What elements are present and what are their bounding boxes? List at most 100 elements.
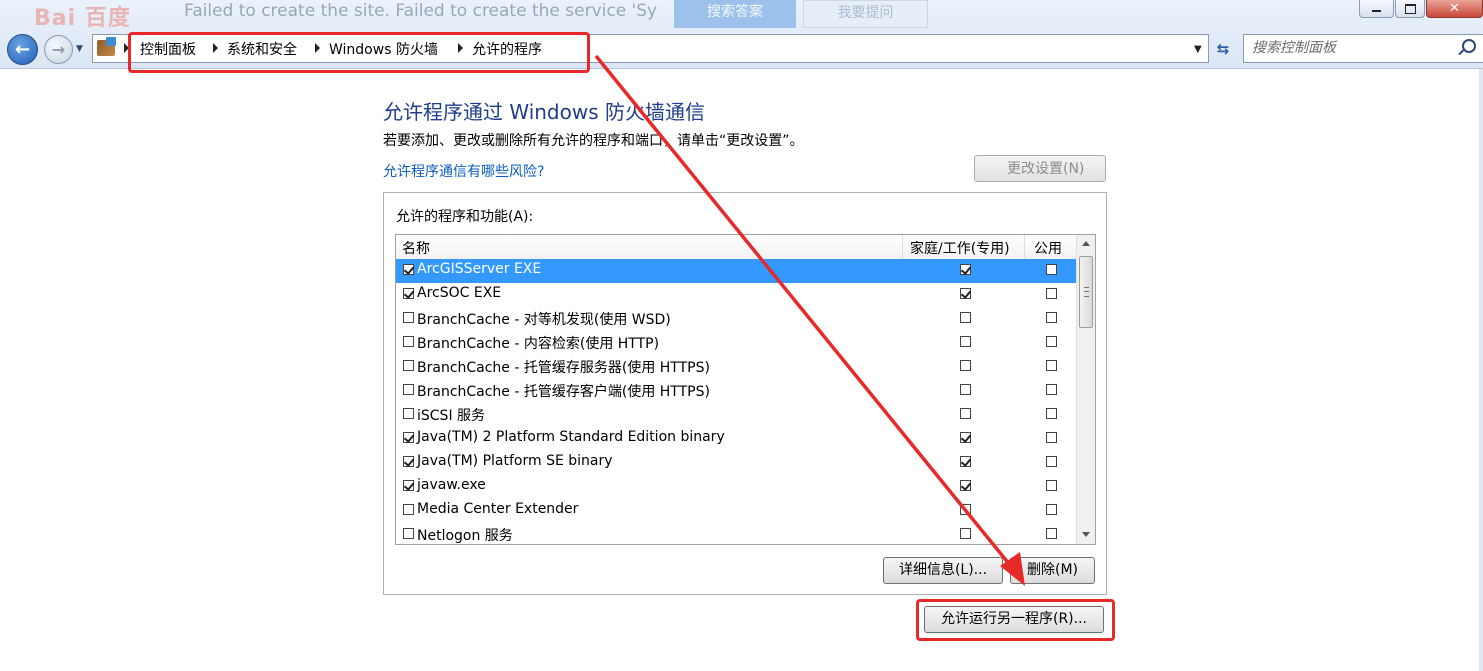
back-arrow-icon: ← xyxy=(14,39,31,60)
minimize-icon xyxy=(1372,10,1381,12)
program-name: BranchCache - 内容检索(使用 HTTP) xyxy=(417,336,660,352)
public-checkbox[interactable] xyxy=(1046,432,1057,443)
details-button[interactable]: 详细信息(L)... xyxy=(883,557,1003,584)
table-row[interactable]: Java(TM) Platform SE binary xyxy=(396,451,1076,475)
public-checkbox[interactable] xyxy=(1046,480,1057,491)
scroll-thumb[interactable] xyxy=(1079,256,1093,328)
public-checkbox[interactable] xyxy=(1046,336,1057,347)
scroll-up-icon[interactable] xyxy=(1082,241,1090,246)
column-divider[interactable] xyxy=(902,235,903,259)
table-row[interactable]: ArcGISServer EXE xyxy=(396,259,1076,283)
close-icon: ✕ xyxy=(1449,1,1460,16)
home-work-checkbox[interactable] xyxy=(960,408,971,419)
scroll-down-icon[interactable] xyxy=(1082,532,1090,537)
recent-pages-dropdown-icon[interactable]: ▼ xyxy=(76,44,83,54)
page-title: 允许程序通过 Windows 防火墙通信 xyxy=(383,100,705,124)
column-header-home[interactable]: 家庭/工作(专用) xyxy=(910,238,1010,258)
program-enabled-checkbox[interactable] xyxy=(403,264,414,275)
minimize-button[interactable] xyxy=(1359,0,1394,18)
public-checkbox[interactable] xyxy=(1046,504,1057,515)
table-row[interactable]: BranchCache - 内容检索(使用 HTTP) xyxy=(396,331,1076,355)
back-button[interactable]: ← xyxy=(7,34,38,65)
program-enabled-checkbox[interactable] xyxy=(403,360,414,371)
background-logo: Bai 百度 xyxy=(34,6,131,28)
table-row[interactable]: javaw.exe xyxy=(396,475,1076,499)
home-work-checkbox[interactable] xyxy=(960,384,971,395)
table-row[interactable]: Media Center Extender xyxy=(396,499,1076,523)
table-row[interactable]: BranchCache - 托管缓存客户端(使用 HTTPS) xyxy=(396,379,1076,403)
home-work-checkbox[interactable] xyxy=(960,264,971,275)
home-work-checkbox[interactable] xyxy=(960,528,971,539)
table-row[interactable]: BranchCache - 对等机发现(使用 WSD) xyxy=(396,307,1076,331)
allowed-programs-label: 允许的程序和功能(A): xyxy=(396,209,534,225)
table-row[interactable]: Netlogon 服务 xyxy=(396,523,1076,544)
program-enabled-checkbox[interactable] xyxy=(403,504,414,515)
home-work-checkbox[interactable] xyxy=(960,456,971,467)
background-search-answer-button: 搜索答案 xyxy=(674,0,796,28)
search-input[interactable] xyxy=(1252,38,1442,58)
table-row[interactable]: BranchCache - 托管缓存服务器(使用 HTTPS) xyxy=(396,355,1076,379)
page-description: 若要添加、更改或删除所有允许的程序和端口，请单击“更改设置”。 xyxy=(383,133,804,149)
public-checkbox[interactable] xyxy=(1046,384,1057,395)
column-divider[interactable] xyxy=(1024,235,1025,259)
change-settings-button[interactable]: 更改设置(N) xyxy=(974,155,1106,182)
program-name: ArcSOC EXE xyxy=(417,285,502,301)
program-enabled-checkbox[interactable] xyxy=(403,456,414,467)
program-name: javaw.exe xyxy=(417,477,486,493)
public-checkbox[interactable] xyxy=(1046,408,1057,419)
program-name: Java(TM) 2 Platform Standard Edition bin… xyxy=(417,429,725,445)
maximize-icon xyxy=(1404,3,1416,14)
public-checkbox[interactable] xyxy=(1046,288,1057,299)
list-scrollbar[interactable] xyxy=(1076,235,1095,544)
maximize-button[interactable] xyxy=(1395,0,1425,18)
forward-arrow-icon: → xyxy=(51,40,66,59)
program-enabled-checkbox[interactable] xyxy=(403,432,414,443)
forward-button[interactable]: → xyxy=(44,35,73,64)
background-window-strip: Bai 百度 Failed to create the site. Failed… xyxy=(0,0,1000,28)
annotation-highlight-breadcrumb xyxy=(128,32,590,73)
background-ask-question-button: 我要提问 xyxy=(803,0,928,28)
program-name: BranchCache - 托管缓存服务器(使用 HTTPS) xyxy=(417,360,710,376)
program-enabled-checkbox[interactable] xyxy=(403,384,414,395)
program-enabled-checkbox[interactable] xyxy=(403,408,414,419)
search-box[interactable] xyxy=(1243,34,1483,63)
table-row[interactable]: iSCSI 服务 xyxy=(396,403,1076,427)
home-work-checkbox[interactable] xyxy=(960,432,971,443)
background-error-message: Failed to create the site. Failed to cre… xyxy=(184,1,658,21)
delete-button[interactable]: 删除(M) xyxy=(1010,557,1095,584)
program-name: BranchCache - 对等机发现(使用 WSD) xyxy=(417,312,671,328)
home-work-checkbox[interactable] xyxy=(960,312,971,323)
window-right-edge xyxy=(1479,69,1483,671)
search-icon[interactable] xyxy=(1462,39,1476,53)
home-work-checkbox[interactable] xyxy=(960,288,971,299)
public-checkbox[interactable] xyxy=(1046,528,1057,539)
public-checkbox[interactable] xyxy=(1046,264,1057,275)
program-enabled-checkbox[interactable] xyxy=(403,528,414,539)
home-work-checkbox[interactable] xyxy=(960,336,971,347)
public-checkbox[interactable] xyxy=(1046,456,1057,467)
close-button[interactable]: ✕ xyxy=(1426,0,1483,18)
public-checkbox[interactable] xyxy=(1046,360,1057,371)
home-work-checkbox[interactable] xyxy=(960,504,971,515)
home-work-checkbox[interactable] xyxy=(960,480,971,491)
column-header-name[interactable]: 名称 xyxy=(402,238,430,258)
table-row[interactable]: ArcSOC EXE xyxy=(396,283,1076,307)
home-work-checkbox[interactable] xyxy=(960,360,971,371)
public-checkbox[interactable] xyxy=(1046,312,1057,323)
program-enabled-checkbox[interactable] xyxy=(403,288,414,299)
column-header-public[interactable]: 公用 xyxy=(1034,238,1062,258)
risk-help-link[interactable]: 允许程序通信有哪些风险? xyxy=(383,161,544,181)
refresh-icon: ⇆ xyxy=(1216,40,1230,58)
table-row[interactable]: Java(TM) 2 Platform Standard Edition bin… xyxy=(396,427,1076,451)
allowed-programs-list[interactable]: 名称 家庭/工作(专用) 公用 ArcGISServer EXE ArcSOC E… xyxy=(395,234,1096,545)
annotation-highlight-allow-button xyxy=(916,599,1115,641)
program-name: Media Center Extender xyxy=(417,501,579,517)
program-name: Java(TM) Platform SE binary xyxy=(417,453,613,469)
address-dropdown-icon[interactable]: ▼ xyxy=(1194,44,1202,55)
program-enabled-checkbox[interactable] xyxy=(403,312,414,323)
program-enabled-checkbox[interactable] xyxy=(403,480,414,491)
program-enabled-checkbox[interactable] xyxy=(403,336,414,347)
refresh-button[interactable]: ⇆ xyxy=(1211,38,1235,60)
program-name: ArcGISServer EXE xyxy=(417,261,542,277)
scroll-grip-icon xyxy=(1084,287,1089,297)
